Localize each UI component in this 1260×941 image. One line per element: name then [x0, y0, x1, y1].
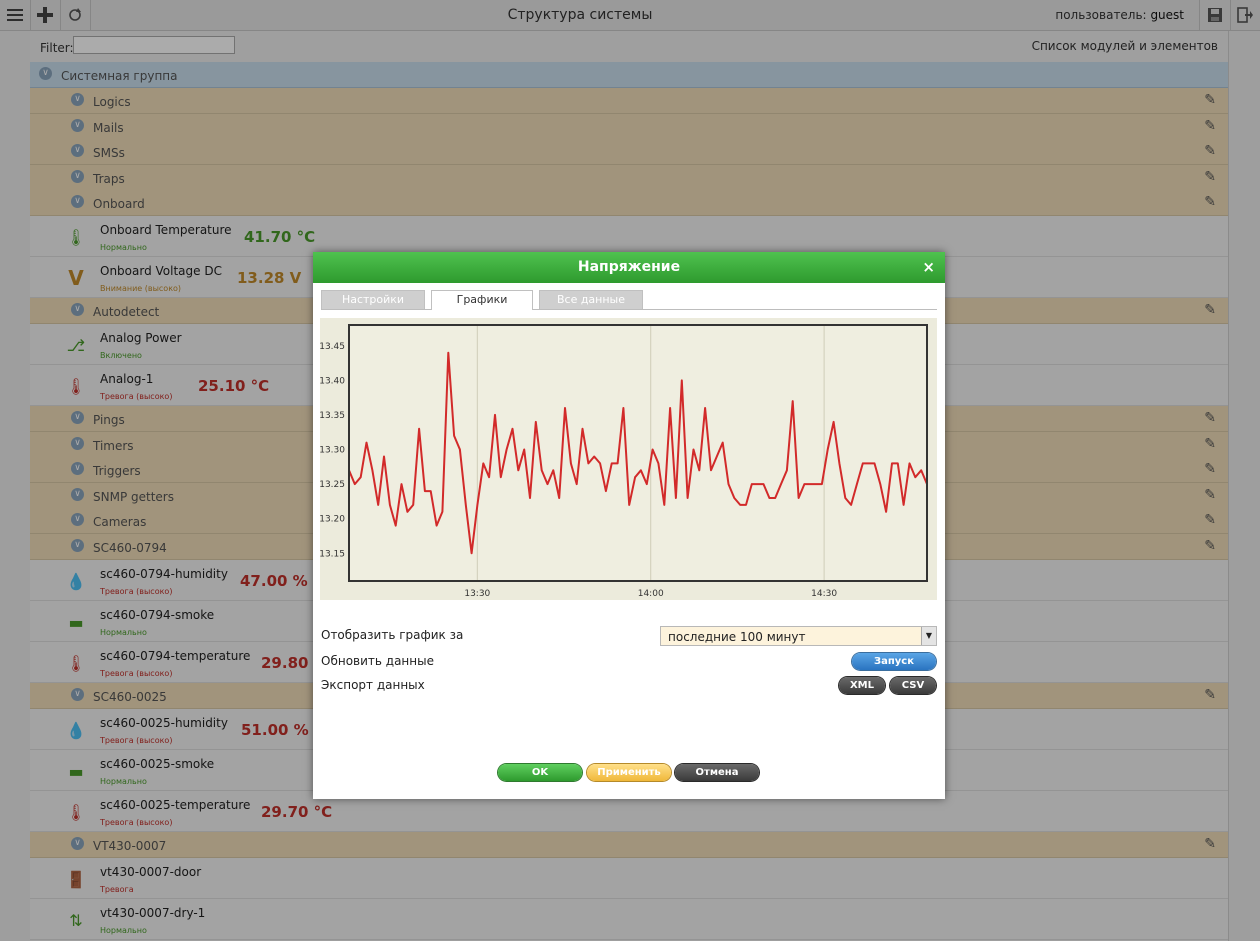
y-tick-label: 13.35	[320, 411, 345, 421]
apply-button[interactable]: Применить	[587, 764, 671, 781]
export-label: Экспорт данных	[321, 678, 425, 692]
period-select[interactable]: последние 100 минут ▼	[660, 626, 937, 646]
chevron-down-icon[interactable]: ▼	[921, 627, 936, 645]
dialog-title: Напряжение	[577, 259, 681, 275]
refresh-label: Обновить данные	[321, 654, 434, 668]
x-tick-label: 14:30	[811, 589, 837, 599]
y-tick-label: 13.25	[320, 480, 345, 490]
period-label: Отобразить график за	[321, 628, 464, 642]
chart-svg: 13:30 14:00 14:30 13.15 13.20 13.25 13.30 13.35…	[319, 324, 928, 599]
cancel-button[interactable]: Отмена	[675, 764, 759, 781]
plot-background	[349, 325, 927, 581]
csv-button[interactable]: CSV	[890, 677, 936, 694]
y-tick-label: 13.20	[320, 515, 345, 525]
y-tick-label: 13.15	[320, 549, 345, 559]
x-tick-label: 14:00	[638, 589, 664, 599]
y-tick-label: 13.30	[320, 446, 345, 456]
y-tick-label: 13.40	[320, 376, 345, 386]
tab-all-data[interactable]: Все данные	[539, 290, 643, 309]
dialog-tabs: Настройки Графики Все данные	[321, 290, 937, 310]
x-tick-label: 13:30	[464, 589, 490, 599]
voltage-chart: 13:30 14:00 14:30 13.15 13.20 13.25 13.30 13.35…	[319, 318, 937, 600]
tab-settings[interactable]: Настройки	[321, 290, 425, 309]
tab-graphs[interactable]: Графики	[431, 290, 533, 310]
ok-button[interactable]: OK	[498, 764, 582, 781]
y-tick-label: 13.45	[320, 342, 345, 352]
voltage-dialog: Напряжение × Настройки Графики Все данны…	[313, 252, 945, 799]
close-icon[interactable]: ×	[922, 258, 935, 276]
period-value: последние 100 минут	[668, 630, 806, 644]
run-button[interactable]: Запуск	[852, 653, 936, 670]
xml-button[interactable]: XML	[839, 677, 885, 694]
dialog-header: Напряжение ×	[313, 252, 945, 283]
